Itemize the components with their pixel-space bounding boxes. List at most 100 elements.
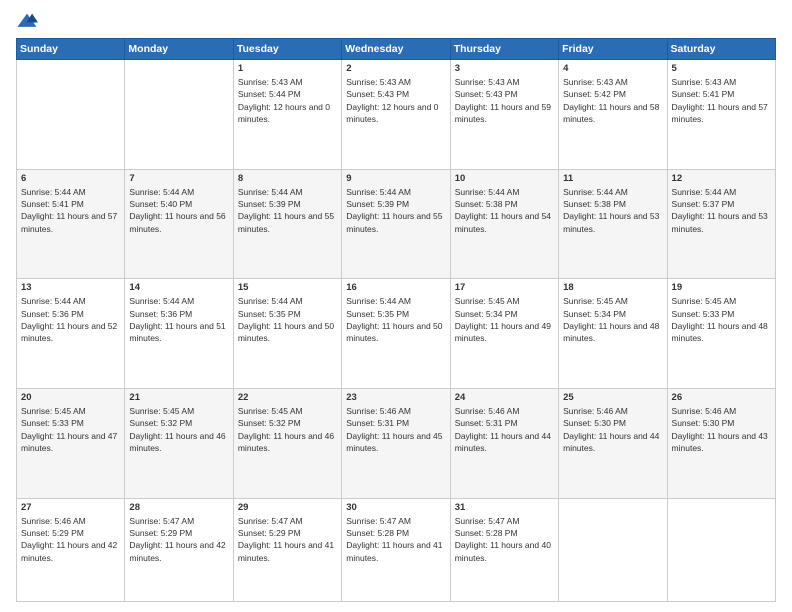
day-info: Sunrise: 5:46 AMSunset: 5:30 PMDaylight:… [672,405,771,454]
calendar-cell: 12 Sunrise: 5:44 AMSunset: 5:37 PMDayligh… [667,169,775,279]
calendar-cell: 2 Sunrise: 5:43 AMSunset: 5:43 PMDaylight… [342,60,450,170]
calendar-cell: 14 Sunrise: 5:44 AMSunset: 5:36 PMDayligh… [125,279,233,389]
day-number: 2 [346,63,445,74]
day-number: 5 [672,63,771,74]
day-info: Sunrise: 5:46 AMSunset: 5:31 PMDaylight:… [346,405,445,454]
calendar-cell: 16 Sunrise: 5:44 AMSunset: 5:35 PMDayligh… [342,279,450,389]
day-number: 13 [21,282,120,293]
calendar-cell: 29 Sunrise: 5:47 AMSunset: 5:29 PMDayligh… [233,498,341,601]
calendar-header-monday: Monday [125,39,233,60]
day-info: Sunrise: 5:46 AMSunset: 5:30 PMDaylight:… [563,405,662,454]
day-info: Sunrise: 5:47 AMSunset: 5:28 PMDaylight:… [346,515,445,564]
day-number: 28 [129,502,228,513]
calendar-cell: 27 Sunrise: 5:46 AMSunset: 5:29 PMDayligh… [17,498,125,601]
calendar-cell: 13Sunrise: 5:44 AMSunset: 5:36 PMDayligh… [17,279,125,389]
calendar-cell: 11Sunrise: 5:44 AMSunset: 5:38 PMDayligh… [559,169,667,279]
calendar-cell [559,498,667,601]
calendar-cell: 9 Sunrise: 5:44 AMSunset: 5:39 PMDaylight… [342,169,450,279]
calendar-cell [125,60,233,170]
day-number: 11 [563,173,662,184]
day-number: 21 [129,392,228,403]
calendar-header-row: SundayMondayTuesdayWednesdayThursdayFrid… [17,39,776,60]
logo-icon [16,12,38,30]
calendar-cell: 19Sunrise: 5:45 AMSunset: 5:33 PMDayligh… [667,279,775,389]
calendar-cell: 17 Sunrise: 5:45 AMSunset: 5:34 PMDayligh… [450,279,558,389]
day-number: 29 [238,502,337,513]
day-info: Sunrise: 5:45 AMSunset: 5:33 PMDaylight:… [672,295,771,344]
day-number: 3 [455,63,554,74]
calendar-cell [667,498,775,601]
day-number: 8 [238,173,337,184]
calendar-week-row: 27 Sunrise: 5:46 AMSunset: 5:29 PMDayligh… [17,498,776,601]
calendar-cell: 31 Sunrise: 5:47 AMSunset: 5:28 PMDayligh… [450,498,558,601]
day-info: Sunrise: 5:45 AMSunset: 5:32 PMDaylight:… [129,405,228,454]
calendar-cell: 10 Sunrise: 5:44 AMSunset: 5:38 PMDayligh… [450,169,558,279]
calendar-cell: 5 Sunrise: 5:43 AMSunset: 5:41 PMDaylight… [667,60,775,170]
day-info: Sunrise: 5:44 AMSunset: 5:39 PMDaylight:… [238,186,337,235]
calendar-week-row: 13 Sunrise: 5:44 AMSunset: 5:36 PMDayligh… [17,279,776,389]
day-info: Sunrise: 5:44 AMSunset: 5:38 PMDaylight:… [455,186,554,235]
calendar-header-thursday: Thursday [450,39,558,60]
day-info: Sunrise: 5:44 AMSunset: 5:35 PMDaylight:… [346,295,445,344]
day-number: 17 [455,282,554,293]
calendar-cell: 6Sunrise: 5:44 AMSunset: 5:41 PMDaylight… [17,169,125,279]
calendar-table: SundayMondayTuesdayWednesdayThursdayFrid… [16,38,776,602]
day-number: 10 [455,173,554,184]
calendar-week-row: 6Sunrise: 5:44 AMSunset: 5:41 PMDaylight… [17,169,776,279]
day-number: 30 [346,502,445,513]
day-info: Sunrise: 5:47 AMSunset: 5:29 PMDaylight:… [238,515,337,564]
day-info: Sunrise: 5:43 AMSunset: 5:43 PMDaylight:… [346,76,445,125]
calendar-cell: 30 Sunrise: 5:47 AMSunset: 5:28 PMDayligh… [342,498,450,601]
day-info: Sunrise: 5:44 AMSunset: 5:39 PMDaylight:… [346,186,445,235]
day-number: 25 [563,392,662,403]
day-info: Sunrise: 5:43 AMSunset: 5:42 PMDaylight:… [563,76,662,125]
calendar-cell: 21 Sunrise: 5:45 AMSunset: 5:32 PMDayligh… [125,389,233,499]
day-number: 24 [455,392,554,403]
calendar-cell: 24 Sunrise: 5:46 AMSunset: 5:31 PMDayligh… [450,389,558,499]
calendar-cell: 4 Sunrise: 5:43 AMSunset: 5:42 PMDaylight… [559,60,667,170]
calendar-cell: 3 Sunrise: 5:43 AMSunset: 5:43 PMDaylight… [450,60,558,170]
day-info: Sunrise: 5:46 AMSunset: 5:31 PMDaylight:… [455,405,554,454]
day-number: 22 [238,392,337,403]
calendar-cell: 18 Sunrise: 5:45 AMSunset: 5:34 PMDayligh… [559,279,667,389]
day-info: Sunrise: 5:45 AMSunset: 5:32 PMDaylight:… [238,405,337,454]
day-info: Sunrise: 5:43 AMSunset: 5:44 PMDaylight:… [238,76,337,125]
calendar-header-sunday: Sunday [17,39,125,60]
calendar-cell: 22 Sunrise: 5:45 AMSunset: 5:32 PMDayligh… [233,389,341,499]
calendar-cell [17,60,125,170]
day-number: 31 [455,502,554,513]
day-number: 9 [346,173,445,184]
calendar-cell: 23 Sunrise: 5:46 AMSunset: 5:31 PMDayligh… [342,389,450,499]
calendar-page: SundayMondayTuesdayWednesdayThursdayFrid… [0,0,792,612]
calendar-week-row: 20Sunrise: 5:45 AMSunset: 5:33 PMDayligh… [17,389,776,499]
calendar-cell: 7Sunrise: 5:44 AMSunset: 5:40 PMDaylight… [125,169,233,279]
calendar-cell: 25 Sunrise: 5:46 AMSunset: 5:30 PMDayligh… [559,389,667,499]
day-number: 27 [21,502,120,513]
day-info: Sunrise: 5:46 AMSunset: 5:29 PMDaylight:… [21,515,120,564]
day-info: Sunrise: 5:43 AMSunset: 5:41 PMDaylight:… [672,76,771,125]
day-number: 14 [129,282,228,293]
day-info: Sunrise: 5:44 AMSunset: 5:36 PMDaylight:… [129,295,228,344]
calendar-cell: 15 Sunrise: 5:44 AMSunset: 5:35 PMDayligh… [233,279,341,389]
day-info: Sunrise: 5:44 AMSunset: 5:37 PMDaylight:… [672,186,771,235]
day-info: Sunrise: 5:44 AMSunset: 5:35 PMDaylight:… [238,295,337,344]
calendar-cell: 28Sunrise: 5:47 AMSunset: 5:29 PMDayligh… [125,498,233,601]
calendar-cell: 20Sunrise: 5:45 AMSunset: 5:33 PMDayligh… [17,389,125,499]
day-number: 7 [129,173,228,184]
day-info: Sunrise: 5:45 AMSunset: 5:33 PMDaylight:… [21,405,120,454]
calendar-cell: 1Sunrise: 5:43 AMSunset: 5:44 PMDaylight… [233,60,341,170]
header [16,12,776,30]
day-info: Sunrise: 5:43 AMSunset: 5:43 PMDaylight:… [455,76,554,125]
day-number: 16 [346,282,445,293]
day-info: Sunrise: 5:45 AMSunset: 5:34 PMDaylight:… [563,295,662,344]
day-number: 23 [346,392,445,403]
day-info: Sunrise: 5:45 AMSunset: 5:34 PMDaylight:… [455,295,554,344]
day-number: 18 [563,282,662,293]
day-info: Sunrise: 5:47 AMSunset: 5:28 PMDaylight:… [455,515,554,564]
calendar-cell: 26Sunrise: 5:46 AMSunset: 5:30 PMDayligh… [667,389,775,499]
calendar-cell: 8 Sunrise: 5:44 AMSunset: 5:39 PMDaylight… [233,169,341,279]
day-number: 4 [563,63,662,74]
calendar-header-wednesday: Wednesday [342,39,450,60]
day-number: 15 [238,282,337,293]
day-number: 12 [672,173,771,184]
